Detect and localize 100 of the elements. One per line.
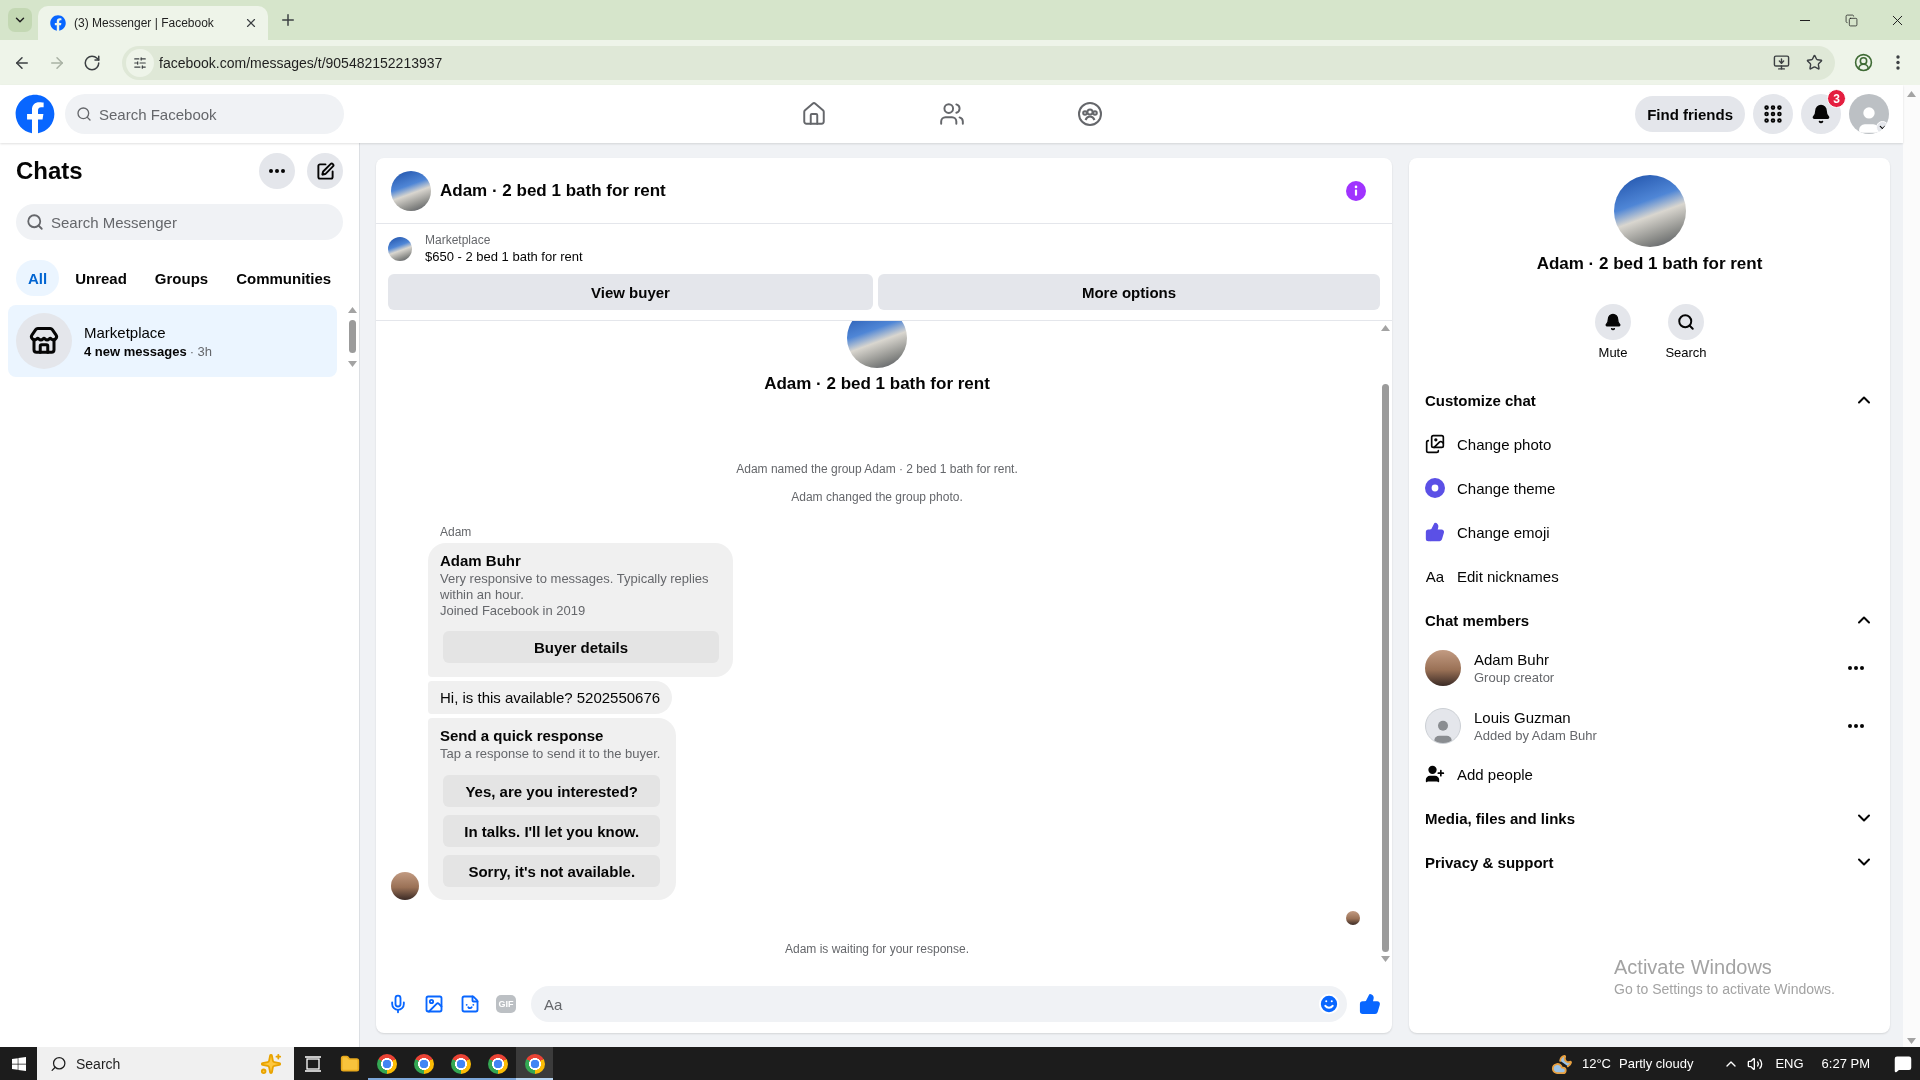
filter-tab[interactable]: Groups	[142, 260, 221, 296]
reload-icon	[83, 53, 101, 72]
listing-source: Marketplace	[425, 232, 491, 248]
minimize-icon	[1800, 19, 1810, 21]
settings-item[interactable]: Change theme	[1417, 466, 1882, 510]
ellipsis-icon	[1848, 666, 1864, 670]
system-message: Adam named the group Adam · 2 bed 1 bath for rent.	[736, 461, 1018, 477]
restore-icon	[1844, 13, 1858, 27]
vertical-dots-icon	[1896, 55, 1900, 70]
photo-album-icon	[1425, 434, 1445, 454]
status-message: Adam is waiting for your response.	[784, 941, 970, 957]
section-header[interactable]: Privacy & support	[1417, 840, 1882, 884]
facebook-logo-icon	[50, 15, 66, 31]
listing-title: $650 - 2 bed 1 bath for rent	[425, 248, 583, 266]
settings-item[interactable]: Add people	[1417, 752, 1882, 796]
section-header[interactable]: Chat members	[1417, 598, 1882, 642]
group-title: Adam · 2 bed 1 bath for rent	[764, 373, 990, 395]
activation-title: Activate Windows	[1614, 956, 1772, 979]
search-field[interactable]: Search Facebook	[65, 94, 344, 134]
browser-tab[interactable]: (3) Messenger | Facebook	[38, 6, 268, 40]
facebook-logo-icon[interactable]	[15, 94, 55, 134]
search-field[interactable]: Search Messenger	[16, 204, 343, 240]
scroll-thumb[interactable]	[1381, 384, 1389, 952]
ellipsis-icon	[1848, 724, 1864, 728]
tab-list-button[interactable]	[8, 8, 32, 32]
thumbs-up-icon	[1425, 522, 1445, 542]
settings-item[interactable]: Change emoji	[1417, 510, 1882, 554]
folder-icon	[339, 1053, 360, 1074]
windows-logo-icon	[10, 1055, 27, 1072]
menu-button[interactable]	[1753, 94, 1793, 134]
address-bar[interactable]: facebook.com/messages/t/905482152213937	[122, 45, 1835, 80]
site-info-button[interactable]	[126, 48, 154, 77]
buyer-details-button[interactable]: Buyer details	[443, 631, 719, 663]
settings-item[interactable]: Change photo	[1417, 422, 1882, 466]
weather-temperature: 12°C	[1581, 1056, 1611, 1071]
group-photo	[847, 321, 907, 368]
search-icon	[50, 1055, 67, 1072]
thumbs-up-icon	[1359, 993, 1381, 1015]
filter-tab[interactable]: All	[16, 260, 60, 296]
sliders-icon	[133, 55, 147, 70]
sparkle-icon	[260, 1052, 282, 1075]
activation-hint: Go to Settings to activate Windows.	[1614, 981, 1835, 997]
search-button[interactable]: Search	[1656, 304, 1716, 361]
input-language: ENG	[1775, 1056, 1804, 1071]
chat-options-button[interactable]	[259, 153, 295, 189]
compose-icon	[315, 161, 335, 181]
chrome-icon	[413, 1053, 434, 1074]
notifications-button[interactable]	[1801, 94, 1841, 134]
microphone-icon	[388, 994, 408, 1014]
listing-action-button[interactable]: View buyer	[388, 274, 873, 310]
member-role: Group creator	[1474, 670, 1555, 685]
photo-icon	[424, 994, 444, 1014]
quick-reply-button[interactable]: Yes, are you interested?	[443, 775, 661, 807]
message-input[interactable]: Aa	[531, 986, 1347, 1022]
quick-reply-button[interactable]: In talks. I'll let you know.	[443, 815, 661, 847]
sidebar-title: Chats	[16, 157, 83, 185]
taskbar-search-field[interactable]: Search	[37, 1047, 294, 1080]
mute-button[interactable]: Mute	[1583, 304, 1643, 361]
theme-circle-icon	[1425, 478, 1445, 498]
user-circle-icon	[1853, 53, 1873, 72]
filter-tab[interactable]: Communities	[224, 260, 344, 296]
store-icon	[16, 313, 72, 369]
emoji-button[interactable]	[1317, 992, 1341, 1016]
chat-title: Adam · 2 bed 1 bath for rent	[440, 180, 666, 201]
filter-tab[interactable]: Unread	[63, 260, 139, 296]
listing-photo	[388, 237, 412, 261]
chrome-icon	[376, 1053, 397, 1074]
font-glyph: Aa	[1425, 567, 1445, 585]
chat-list-item[interactable]: Marketplace 4 new messages · 3h	[8, 305, 337, 377]
scroll-thumb[interactable]	[348, 320, 356, 353]
profile-detail: Very responsive to messages. Typically replies within an hour.	[440, 571, 710, 603]
section-header[interactable]: Customize chat	[1417, 378, 1882, 422]
speaker-icon	[1747, 1055, 1764, 1072]
quick-reply-title: Send a quick response	[440, 726, 604, 746]
grid-icon	[1762, 103, 1784, 125]
member-role: Added by Adam Buhr	[1474, 728, 1597, 743]
chrome-icon	[487, 1053, 508, 1074]
scroll-up-arrow-icon[interactable]	[1380, 325, 1390, 331]
message-bubble: Hi, is this available? 5202550676	[428, 681, 673, 714]
chrome-icon	[450, 1053, 471, 1074]
scroll-down-arrow-icon[interactable]	[1380, 956, 1390, 962]
new-message-button[interactable]	[307, 153, 343, 189]
scroll-up-arrow-icon[interactable]	[347, 307, 357, 313]
chrome-button[interactable]	[516, 1047, 553, 1080]
scroll-down-arrow-icon[interactable]	[347, 361, 357, 367]
add-person-icon	[1425, 764, 1445, 784]
chat-name: Marketplace	[84, 323, 166, 341]
quick-reply-button[interactable]: Sorry, it's not available.	[443, 855, 661, 887]
notification-count: 3	[1827, 89, 1846, 108]
chat-time: · 3h	[189, 343, 213, 359]
profile-detail: Joined Facebook in 2019	[440, 603, 586, 619]
section-header[interactable]: Media, files and links	[1417, 796, 1882, 840]
listing-action-button[interactable]: More options	[878, 274, 1380, 310]
find-friends-button[interactable]: Find friends	[1635, 96, 1745, 132]
settings-item[interactable]: Aa Edit nicknames	[1417, 554, 1882, 598]
search-icon	[76, 106, 92, 122]
member-name: Adam Buhr	[1474, 651, 1550, 668]
group-title: Adam · 2 bed 1 bath for rent	[1536, 253, 1763, 275]
search-icon	[1668, 304, 1704, 340]
info-icon	[1346, 180, 1366, 201]
